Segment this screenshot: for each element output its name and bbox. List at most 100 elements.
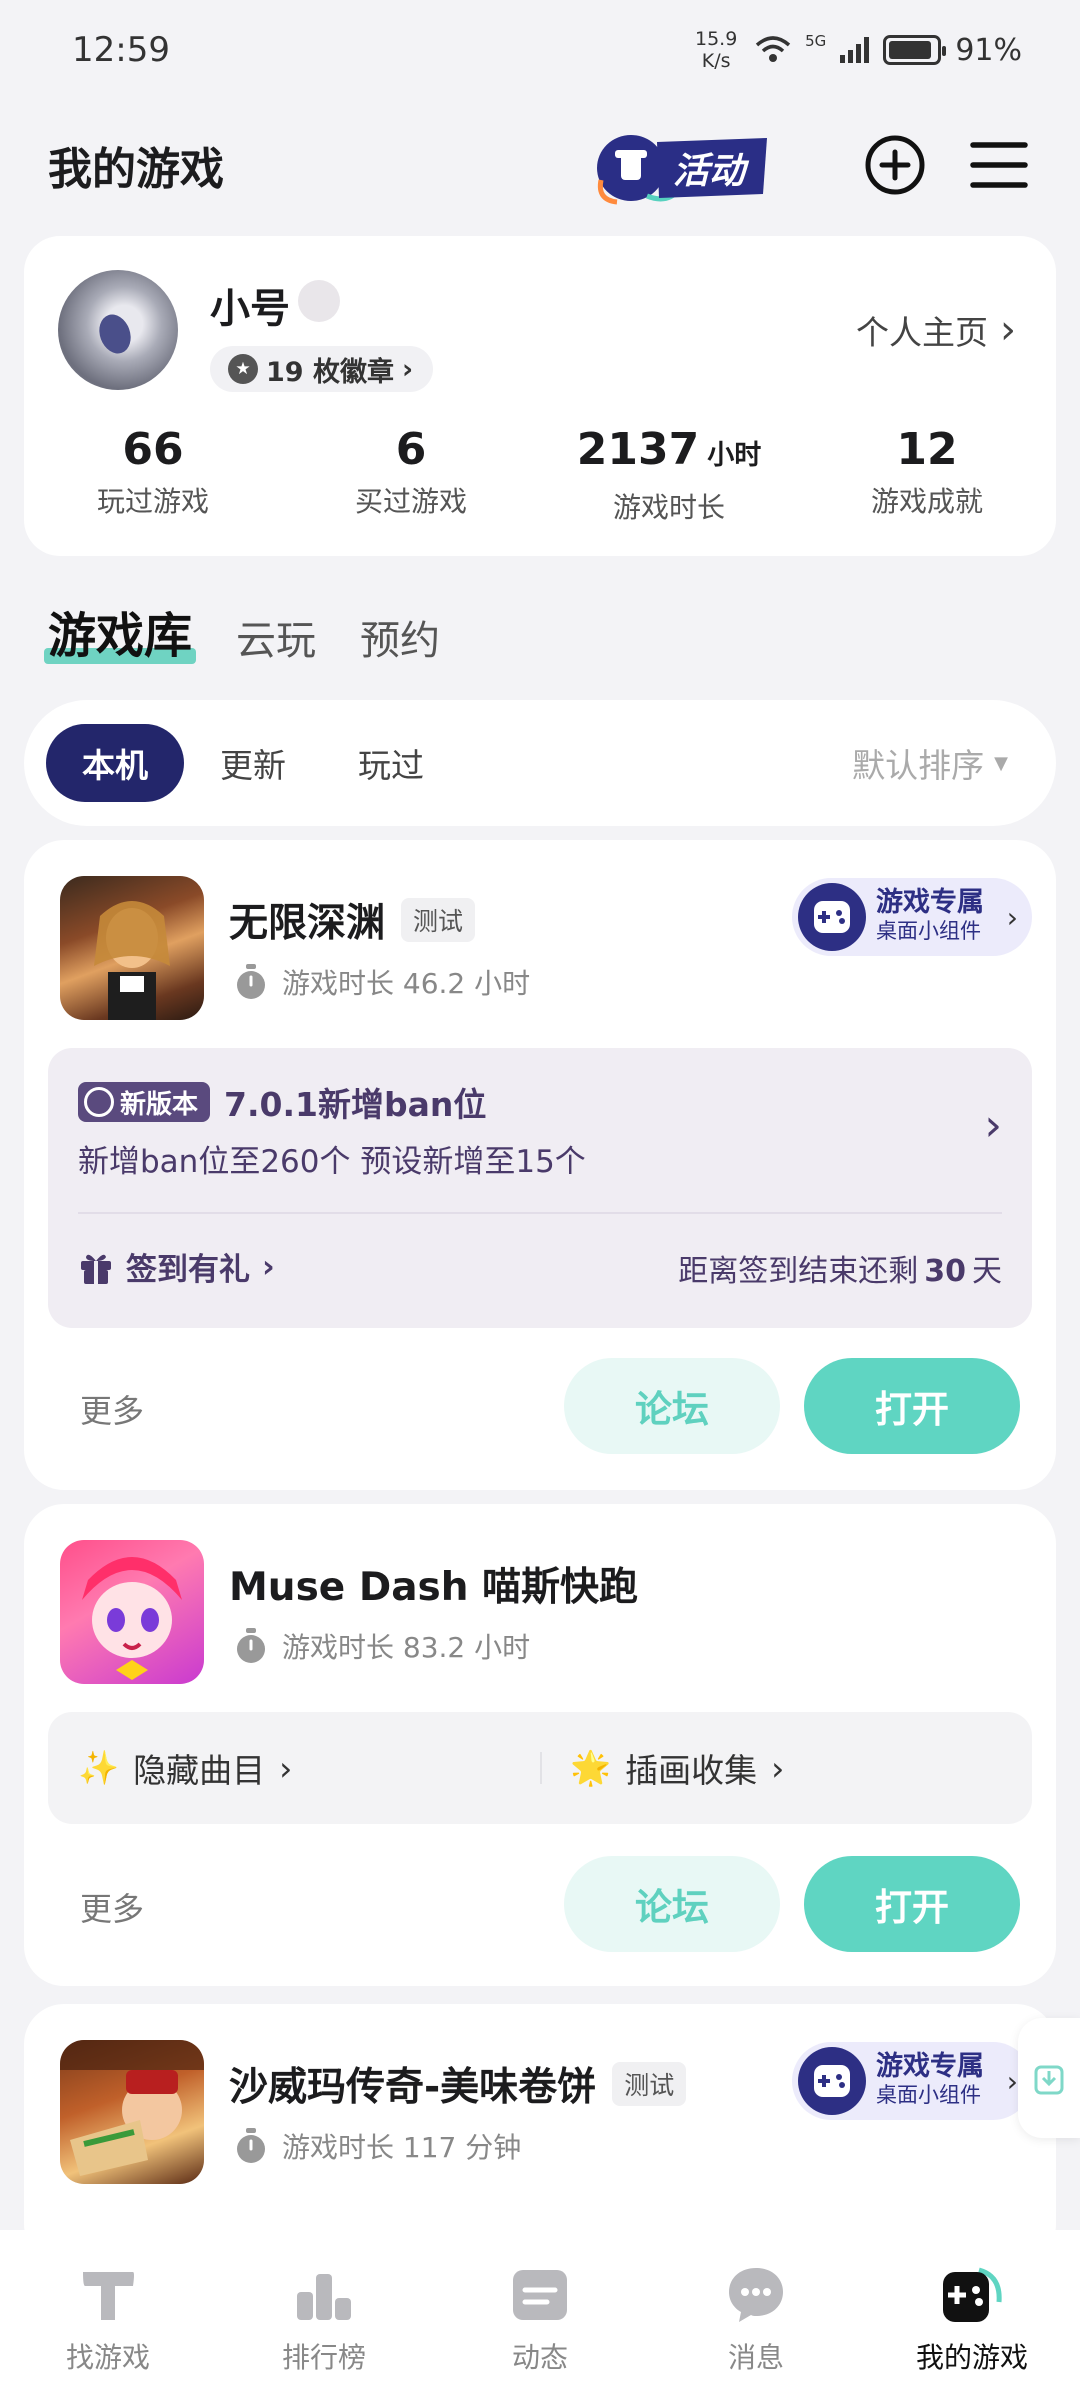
sort-dropdown[interactable]: 默认排序 ▼: [852, 739, 1008, 787]
remain-days: 30: [924, 1254, 966, 1289]
stat-unit: 小时: [707, 440, 762, 471]
chevron-right-icon: ›: [279, 1748, 293, 1788]
gamepad-icon: [798, 883, 866, 951]
signal-icon: [840, 37, 870, 63]
username: 小号: [210, 286, 290, 332]
game-name: Muse Dash 喵斯快跑: [229, 1565, 639, 1610]
plus-circle-icon: [865, 135, 925, 195]
game-icon[interactable]: [60, 2040, 204, 2184]
nav-rankings[interactable]: 排行榜: [216, 2230, 432, 2400]
game-title[interactable]: 沙威玛传奇-美味卷饼 测试: [229, 2056, 687, 2112]
nav-label: 消息: [727, 2341, 784, 2374]
widget-title: 游戏专属: [876, 887, 984, 918]
stat-played[interactable]: 66 玩过游戏: [24, 422, 282, 526]
battery-fill: [889, 41, 932, 59]
playtime-text: 游戏时长 46.2 小时: [282, 967, 531, 1000]
news-title: 7.0.1新增ban位: [224, 1085, 487, 1124]
nav-feed[interactable]: 动态: [432, 2230, 648, 2400]
stat-label: 游戏成就: [870, 485, 983, 518]
stat-label: 买过游戏: [354, 485, 467, 518]
forum-button[interactable]: 论坛: [564, 1358, 780, 1454]
feature-hidden-songs[interactable]: ✨ 隐藏曲目 ›: [48, 1744, 540, 1792]
bottom-nav: 找游戏 排行榜 动态 消息 我的游戏: [0, 2230, 1080, 2400]
nav-label: 动态: [511, 2341, 568, 2374]
download-icon: [1034, 2065, 1064, 2095]
game-title[interactable]: Muse Dash 喵斯快跑: [229, 1556, 638, 1612]
stat-value: 6: [395, 424, 427, 475]
nav-label: 我的游戏: [915, 2341, 1028, 2374]
filter-local[interactable]: 本机: [46, 724, 184, 802]
desktop-widget-button[interactable]: 游戏专属 桌面小组件 ›: [792, 2042, 1032, 2120]
stat-playtime[interactable]: 2137 小时 游戏时长: [540, 422, 798, 526]
feature-links: ✨ 隐藏曲目 › 🌟 插画收集 ›: [48, 1712, 1032, 1824]
chevron-right-icon: ›: [984, 1100, 1002, 1151]
open-button[interactable]: 打开: [804, 1358, 1020, 1454]
test-tag: 测试: [612, 2062, 687, 2106]
chevron-right-icon: ›: [1006, 900, 1018, 934]
rankings-icon: [297, 2274, 351, 2320]
checkin-remaining: 距离签到结束还剩 30 天: [678, 1246, 1002, 1290]
chevron-right-icon: ›: [262, 1248, 275, 1285]
playtime-text: 游戏时长 117 分钟: [282, 2131, 522, 2164]
tab-reservation[interactable]: 预约: [360, 608, 440, 666]
page-title: 我的游戏: [48, 144, 224, 195]
stat-bought[interactable]: 6 买过游戏: [282, 422, 540, 526]
game-icon[interactable]: [60, 1540, 204, 1684]
forum-button[interactable]: 论坛: [564, 1856, 780, 1952]
version-icon: [84, 1087, 114, 1117]
stat-achievements[interactable]: 12 游戏成就: [798, 422, 1056, 526]
remain-prefix: 距离签到结束还剩: [678, 1254, 919, 1289]
nav-find-games[interactable]: 找游戏: [0, 2230, 216, 2400]
battery-percent: 91%: [955, 32, 1022, 68]
header: 我的游戏 活动: [0, 110, 1080, 220]
find-games-icon: [83, 2272, 134, 2320]
feature-label: 隐藏曲目: [133, 1751, 266, 1790]
game-card: Muse Dash 喵斯快跑 游戏时长 83.2 小时 ✨ 隐藏曲目 › 🌟 插…: [24, 1504, 1056, 1986]
stat-label: 玩过游戏: [96, 485, 209, 518]
message-icon: [729, 2268, 783, 2322]
nav-messages[interactable]: 消息: [648, 2230, 864, 2400]
floating-download-button[interactable]: [1018, 2018, 1080, 2138]
news-description: 新增ban位至260个 预设新增至15个: [78, 1144, 586, 1180]
stopwatch-icon: [237, 2128, 265, 2163]
game-title[interactable]: 无限深渊 测试: [229, 892, 476, 948]
game-art: [82, 1557, 182, 1680]
menu-button[interactable]: [966, 132, 1032, 198]
sparkles-icon: ✨: [78, 1748, 120, 1787]
network-type: 5G: [805, 32, 827, 50]
library-tabs: 游戏库 云玩 预约: [43, 596, 440, 666]
tab-library[interactable]: 游戏库: [43, 596, 197, 666]
filter-update[interactable]: 更新: [184, 724, 322, 802]
feature-illustrations[interactable]: 🌟 插画收集 ›: [540, 1744, 1032, 1792]
stat-value: 12: [896, 424, 958, 475]
avatar[interactable]: [58, 270, 178, 390]
activity-label: 活动: [673, 151, 746, 192]
badges-pill[interactable]: ★ 19 枚徽章 ›: [210, 346, 434, 392]
filter-bar: 本机 更新 玩过 默认排序 ▼: [24, 700, 1056, 826]
update-news-box[interactable]: 新版本 7.0.1新增ban位 新增ban位至260个 预设新增至15个 › 签…: [48, 1048, 1032, 1328]
profile-stats: 66 玩过游戏 6 买过游戏 2137 小时 游戏时长 12 游戏成就: [24, 422, 1056, 526]
homepage-link[interactable]: 个人主页 ›: [856, 306, 1016, 354]
new-version-tag: 新版本: [78, 1082, 211, 1122]
open-button[interactable]: 打开: [804, 1856, 1020, 1952]
game-icon[interactable]: [60, 876, 204, 1020]
divider: [78, 1212, 1002, 1214]
divider: [540, 1752, 542, 1784]
more-link[interactable]: 更多: [80, 1386, 144, 1432]
desktop-widget-button[interactable]: 游戏专属 桌面小组件 ›: [792, 878, 1032, 956]
feature-label: 插画收集: [625, 1751, 758, 1790]
filter-played[interactable]: 玩过: [322, 724, 460, 802]
game-art: [60, 2040, 204, 2176]
remain-suffix: 天: [972, 1254, 1002, 1289]
stat-value: 2137: [576, 424, 700, 475]
checkin-link[interactable]: 签到有礼 ›: [78, 1244, 275, 1289]
more-link[interactable]: 更多: [80, 1884, 144, 1930]
activity-logo[interactable]: 活动: [587, 120, 772, 210]
star-icon: 🌟: [570, 1748, 612, 1787]
badges-count: 19 枚徽章: [266, 356, 394, 388]
playtime-text: 游戏时长 83.2 小时: [282, 1631, 531, 1664]
tab-cloud[interactable]: 云玩: [236, 608, 316, 666]
nav-my-games[interactable]: 我的游戏: [864, 2230, 1080, 2400]
homepage-label: 个人主页: [856, 313, 988, 352]
add-button[interactable]: [862, 132, 928, 198]
